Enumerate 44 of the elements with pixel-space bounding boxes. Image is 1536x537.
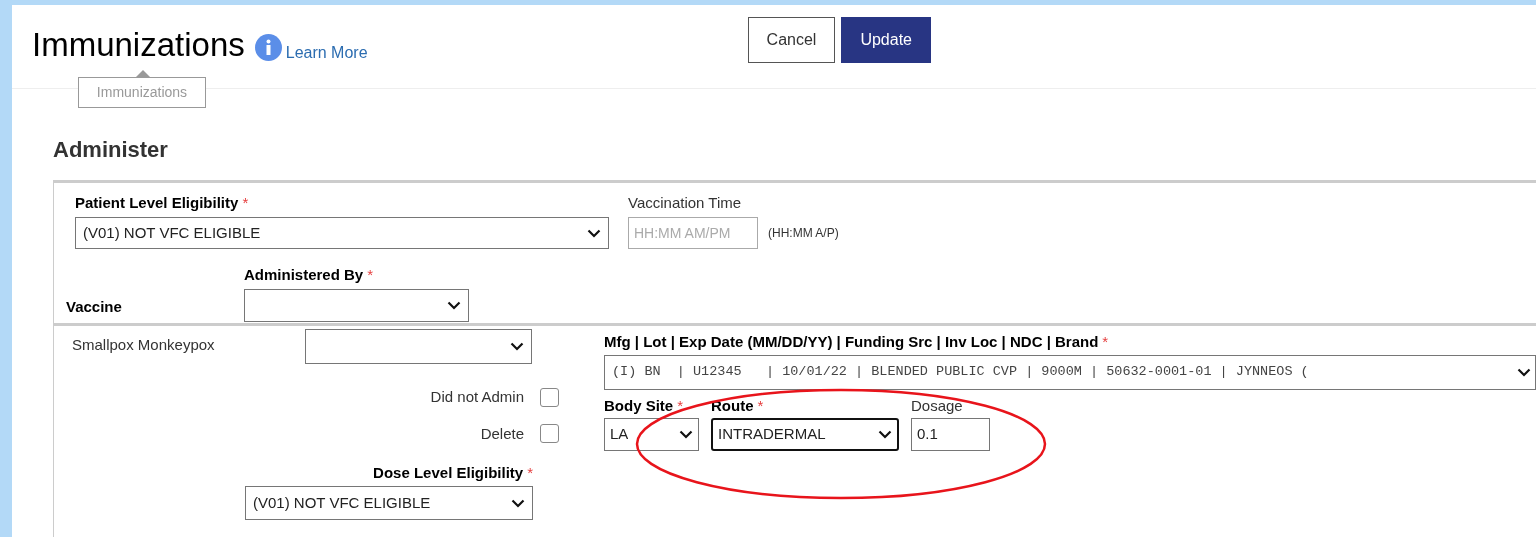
column-label: Vaccine bbox=[66, 296, 123, 317]
vaccine-name: Smallpox Monkeypox bbox=[72, 335, 216, 355]
required-asterisk: * bbox=[1102, 333, 1109, 350]
checkbox-label: Delete bbox=[480, 423, 524, 444]
chevron-down-icon bbox=[1517, 368, 1531, 377]
dropdown-select[interactable]: LA bbox=[604, 418, 699, 451]
checkbox-label: Did not Admin bbox=[430, 387, 524, 407]
time-field[interactable]: HH:MM AM/PM bbox=[628, 217, 758, 249]
required-asterisk: * bbox=[242, 194, 249, 211]
chevron-down-icon bbox=[878, 430, 892, 439]
chevron-down-icon bbox=[510, 342, 524, 351]
format-hint: (HH:MM A/P) bbox=[768, 225, 839, 242]
field-label-text: Body Site bbox=[604, 397, 674, 414]
required-asterisk: * bbox=[677, 397, 684, 414]
field-label-text: Dose Level Eligibility bbox=[373, 464, 524, 481]
field-label: Vaccination Time bbox=[628, 193, 743, 213]
field-label-text: Dosage bbox=[911, 397, 963, 414]
required-asterisk: * bbox=[367, 266, 374, 283]
chevron-down-icon bbox=[587, 228, 601, 238]
chevron-down-icon bbox=[679, 430, 693, 439]
section-title: Administer bbox=[53, 136, 169, 164]
tooltip: Immunizations bbox=[78, 77, 206, 108]
vaccine-select[interactable] bbox=[305, 329, 532, 364]
dosage-field[interactable]: 0.1 bbox=[911, 418, 990, 451]
dropdown-select[interactable]: INTRADERMAL bbox=[711, 418, 899, 451]
checkbox[interactable] bbox=[540, 387, 559, 407]
update-button[interactable]: Update bbox=[841, 17, 931, 63]
field-label-text: Mfg | Lot | Exp Date (MM/DD/YY) | Funding Src | Inv Loc | NDC | Brand bbox=[604, 333, 1099, 350]
required-asterisk: * bbox=[527, 464, 533, 481]
learn-more-link[interactable]: Learn More bbox=[285, 41, 368, 65]
checkbox[interactable] bbox=[540, 424, 559, 444]
field-label-text: Patient Level Eligibility bbox=[75, 194, 239, 211]
lot-select[interactable]: (I) BN | U12345 | 10/01/22 | BLENDED PUBLIC CVP | 9000M | 50632-0001-01 | JYNNEOS ( bbox=[604, 355, 1536, 390]
page-title: Immunizations bbox=[32, 25, 245, 65]
administered-by-select[interactable] bbox=[244, 289, 469, 322]
dose-eligibility-select[interactable]: (V01) NOT VFC ELIGIBLE bbox=[245, 486, 533, 520]
chevron-down-icon bbox=[511, 498, 525, 508]
chevron-down-icon bbox=[447, 301, 461, 310]
field-label-text: Route bbox=[711, 397, 754, 414]
field-label-text: Administered By bbox=[244, 266, 364, 283]
eligibility-select[interactable]: (V01) NOT VFC ELIGIBLE bbox=[75, 217, 609, 249]
required-asterisk: * bbox=[757, 397, 764, 414]
cancel-button[interactable]: Cancel bbox=[747, 17, 836, 63]
info-icon[interactable] bbox=[254, 34, 282, 61]
